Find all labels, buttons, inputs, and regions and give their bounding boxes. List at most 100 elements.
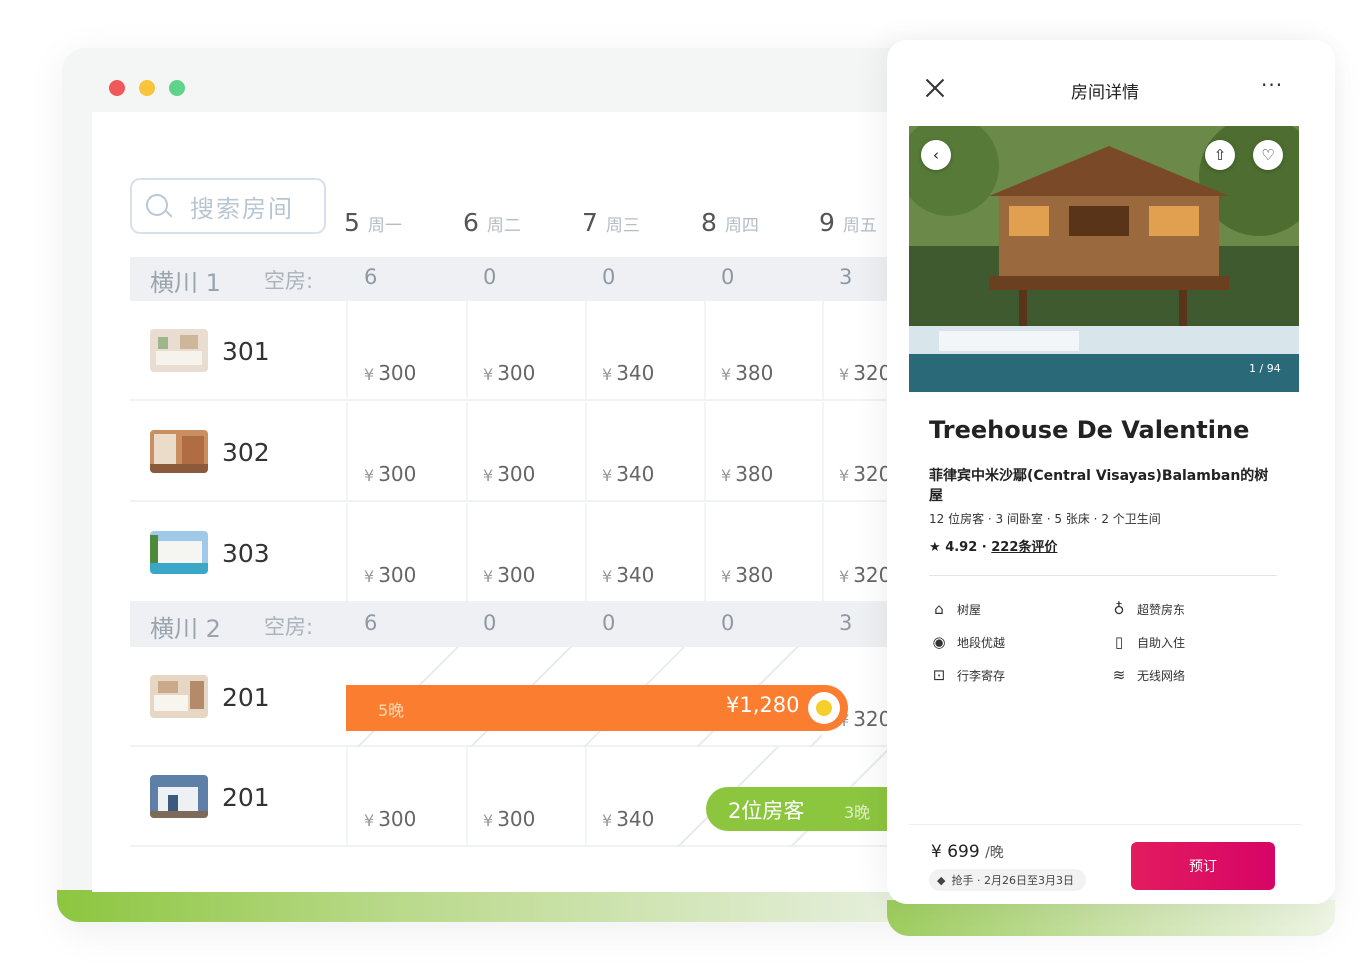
price-cell[interactable]: ¥340 bbox=[602, 361, 654, 385]
day-number: 9 bbox=[819, 208, 835, 237]
heart-icon[interactable]: ♡ bbox=[1253, 140, 1283, 170]
back-arrow-icon[interactable]: ‹ bbox=[921, 140, 951, 170]
calendar-panel: 搜索房间 5 周一 6 周二 7 周三 8 周四 9 周五 横川 1 空房: 6… bbox=[92, 112, 892, 892]
day-header: 9 周五 bbox=[819, 208, 877, 237]
room-thumbnail bbox=[150, 430, 208, 473]
decorative-green-bar-right bbox=[887, 900, 1335, 936]
day-weekday: 周三 bbox=[605, 216, 640, 236]
photo-counter: 1 / 94 bbox=[1249, 362, 1281, 375]
room-number: 201 bbox=[222, 783, 270, 812]
window-close-dot[interactable] bbox=[109, 80, 125, 96]
amenity-item: ▯ 自助入住 bbox=[1109, 633, 1185, 651]
price-cell[interactable]: ¥340 bbox=[602, 462, 654, 486]
room-thumbnail bbox=[150, 675, 208, 718]
reservation-nights: 3晚 bbox=[844, 803, 871, 822]
price-cell[interactable]: ¥300 bbox=[364, 807, 416, 831]
price-cell[interactable]: ¥300 bbox=[483, 563, 535, 587]
more-options-icon[interactable]: ··· bbox=[1261, 73, 1283, 97]
price-cell[interactable]: ¥320 bbox=[839, 462, 891, 486]
price-cell[interactable]: ¥300 bbox=[364, 462, 416, 486]
vacancy-count: 0 bbox=[602, 611, 616, 635]
search-icon bbox=[144, 192, 173, 220]
price-cell[interactable]: ¥300 bbox=[483, 807, 535, 831]
room-row[interactable]: 303 ¥300 ¥300 ¥340 ¥380 ¥320 bbox=[130, 503, 892, 603]
diamond-icon: ◆ bbox=[937, 873, 946, 887]
day-header: 6 周二 bbox=[463, 208, 521, 237]
price-cell[interactable]: ¥320 bbox=[839, 361, 891, 385]
group-vacancy-label: 空房: bbox=[264, 269, 314, 293]
superhost-icon: ♁ bbox=[1113, 600, 1125, 618]
price-cell[interactable]: ¥300 bbox=[483, 462, 535, 486]
price-cell[interactable]: ¥380 bbox=[721, 462, 773, 486]
room-number: 302 bbox=[222, 438, 270, 467]
listing-photo[interactable]: ‹ ⇧ ♡ 1 / 94 bbox=[909, 126, 1299, 392]
vacancy-count: 0 bbox=[721, 611, 735, 635]
room-group-header[interactable]: 横川 1 空房: 6 0 0 0 3 bbox=[130, 257, 892, 301]
treehouse-icon: ⌂ bbox=[934, 600, 944, 618]
day-weekday: 周二 bbox=[486, 216, 521, 236]
room-details-panel: 房间详情 ··· ‹ ⇧ ♡ 1 / 94 Treehouse De Valen… bbox=[887, 40, 1335, 904]
vacancy-count: 0 bbox=[483, 611, 497, 635]
reservation-amount: ¥1,280 bbox=[726, 693, 800, 717]
reviews-link[interactable]: 222条评价 bbox=[991, 540, 1057, 555]
reserve-button[interactable]: 预订 bbox=[1131, 842, 1275, 890]
room-row[interactable]: 302 ¥300 ¥300 ¥340 ¥380 ¥320 bbox=[130, 402, 892, 502]
room-thumbnail bbox=[150, 531, 208, 574]
amenity-item: ⌂ 树屋 bbox=[929, 600, 981, 618]
reservation-guests: 2位房客 bbox=[728, 799, 805, 823]
vacancy-count: 3 bbox=[839, 265, 853, 289]
price-cell[interactable]: ¥380 bbox=[721, 563, 773, 587]
day-header: 5 周一 bbox=[344, 208, 402, 237]
day-header: 8 周四 bbox=[701, 208, 759, 237]
listing-rating: ★ 4.92 · 222条评价 bbox=[929, 540, 1058, 555]
self-checkin-icon: ▯ bbox=[1114, 633, 1124, 651]
decorative-green-bar bbox=[57, 890, 893, 922]
listing-location: 菲律宾中米沙鄢(Central Visayas)Balamban的树屋 bbox=[929, 468, 1269, 504]
reservation-bar-orange[interactable]: 5晚 ¥1,280 bbox=[346, 685, 848, 731]
room-number: 301 bbox=[222, 337, 270, 366]
star-icon: ★ bbox=[929, 540, 941, 555]
amenity-item: ⊡ 行李寄存 bbox=[929, 666, 1005, 684]
day-header: 7 周三 bbox=[582, 208, 640, 237]
day-weekday: 周五 bbox=[842, 216, 877, 236]
group-vacancy-label: 空房: bbox=[264, 615, 314, 639]
wifi-icon: ≋ bbox=[1112, 666, 1126, 684]
room-number: 303 bbox=[222, 539, 270, 568]
price-cell[interactable]: ¥340 bbox=[602, 563, 654, 587]
price-cell[interactable]: ¥380 bbox=[721, 361, 773, 385]
reservation-nights: 5晚 bbox=[378, 701, 405, 720]
room-thumbnail bbox=[150, 775, 208, 818]
vacancy-count: 6 bbox=[364, 265, 378, 289]
vacancy-count: 0 bbox=[602, 265, 616, 289]
price-cell[interactable]: ¥300 bbox=[364, 563, 416, 587]
price-cell[interactable]: ¥300 bbox=[364, 361, 416, 385]
reservation-bar-green[interactable]: 2位房客 3晚 bbox=[706, 787, 892, 831]
price-cell[interactable]: ¥300 bbox=[483, 361, 535, 385]
listing-capacity: 12 位房客 · 3 间卧室 · 5 张床 · 2 个卫生间 bbox=[929, 512, 1161, 526]
price-cell[interactable]: ¥340 bbox=[602, 807, 654, 831]
group-label: 横川 1 bbox=[150, 269, 221, 297]
price-cell[interactable]: ¥320 bbox=[839, 563, 891, 587]
search-room-input[interactable]: 搜索房间 bbox=[130, 178, 326, 234]
panel-title: 房间详情 bbox=[1071, 83, 1139, 103]
deal-badge: ◆ 抢手 · 2月26日至3月3日 bbox=[929, 869, 1086, 891]
divider bbox=[929, 575, 1277, 576]
window-minimize-dot[interactable] bbox=[139, 80, 155, 96]
room-group-header[interactable]: 横川 2 空房: 6 0 0 0 3 bbox=[130, 603, 892, 647]
room-row[interactable]: 301 ¥300 ¥300 ¥340 ¥380 ¥320 bbox=[130, 301, 892, 401]
luggage-icon: ⊡ bbox=[932, 666, 946, 684]
vacancy-count: 0 bbox=[483, 265, 497, 289]
window-maximize-dot[interactable] bbox=[169, 80, 185, 96]
room-number: 201 bbox=[222, 683, 270, 712]
day-weekday: 周四 bbox=[724, 216, 759, 236]
search-placeholder: 搜索房间 bbox=[190, 194, 294, 223]
listing-name: Treehouse De Valentine bbox=[929, 416, 1250, 444]
vacancy-count: 6 bbox=[364, 611, 378, 635]
amenity-item: ♁ 超赞房东 bbox=[1109, 600, 1186, 618]
channel-logo-icon bbox=[808, 692, 840, 724]
room-thumbnail bbox=[150, 329, 208, 372]
day-number: 6 bbox=[463, 208, 479, 237]
amenity-item: ◉ 地段优越 bbox=[929, 633, 1005, 651]
day-number: 8 bbox=[701, 208, 717, 237]
share-icon[interactable]: ⇧ bbox=[1205, 140, 1235, 170]
